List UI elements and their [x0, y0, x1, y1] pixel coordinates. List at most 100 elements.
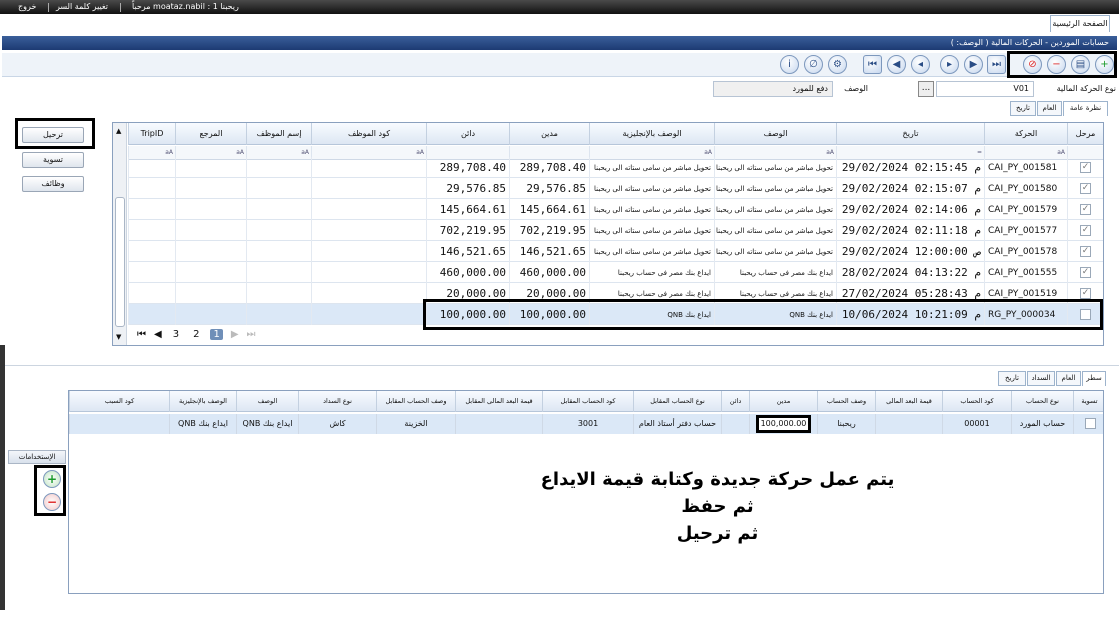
- movement-cell: CAI_PY_001578: [984, 241, 1067, 262]
- col-desc[interactable]: الوصف: [714, 123, 836, 145]
- tab-history-lines[interactable]: تاريخ: [998, 371, 1026, 386]
- grid-header: TripID المرجع إسم الموظف كود الموظف دائن…: [128, 123, 1103, 145]
- col-employee-name[interactable]: إسم الموظف: [246, 123, 311, 145]
- debit-cell: 702,219.95: [509, 220, 589, 241]
- debit-value-highlight[interactable]: 100,000.00: [755, 415, 812, 433]
- col-desc-en[interactable]: الوصف بالإنجليزية: [169, 391, 236, 412]
- attach-icon[interactable]: ∅: [804, 55, 823, 74]
- splitter[interactable]: [0, 365, 1119, 370]
- col-offset-type[interactable]: نوع الحساب المقابل: [633, 391, 721, 412]
- col-account-code[interactable]: كود الحساب: [942, 391, 1011, 412]
- date-cell: 29/02/2024 02:11:18 م: [836, 220, 984, 241]
- employee-code-cell: [311, 157, 426, 178]
- scroll-down-icon[interactable]: ▼: [116, 333, 121, 341]
- tab-lines[interactable]: سطر: [1082, 371, 1106, 386]
- posted-checkbox[interactable]: ✓: [1080, 288, 1091, 299]
- credit-cell: 146,521.65: [426, 241, 509, 262]
- exit-link[interactable]: خروج: [18, 2, 36, 11]
- debit-cell: 100,000.00: [749, 414, 817, 434]
- tab-overview[interactable]: نظرة عامة: [1063, 101, 1108, 116]
- date-cell: 28/02/2024 04:13:22 م: [836, 262, 984, 283]
- posted-checkbox[interactable]: ✓: [1080, 225, 1091, 236]
- col-date[interactable]: تاريخ: [836, 123, 984, 145]
- col-fin-dim[interactable]: قيمة البعد المالى: [875, 391, 942, 412]
- col-reason-code[interactable]: كود السبب: [69, 391, 169, 412]
- col-debit[interactable]: مدين: [749, 391, 817, 412]
- description-label: الوصف: [844, 84, 868, 93]
- pager-page-1[interactable]: 1: [210, 328, 223, 340]
- change-password-link[interactable]: تغيير كلمة السر: [56, 2, 108, 11]
- movement-cell: CAI_PY_001555: [984, 262, 1067, 283]
- posted-checkbox[interactable]: ✓: [1080, 204, 1091, 215]
- scroll-left-icon[interactable]: ◀: [116, 345, 121, 346]
- horizontal-scrollbar[interactable]: ◀ ▶: [113, 345, 1103, 346]
- table-row[interactable]: 145,664.61 145,664.61 تحويل مباشر من سام…: [128, 199, 1103, 220]
- employee-code-cell: [311, 241, 426, 262]
- first-icon[interactable]: ⏮: [863, 55, 882, 74]
- col-offset-code[interactable]: كود الحساب المقابل: [542, 391, 633, 412]
- pager-page-2[interactable]: 2: [190, 329, 202, 340]
- scroll-thumb[interactable]: [115, 197, 125, 327]
- breadcrumb: حسابات الموردين - الحركات المالية ( الوص…: [2, 36, 1117, 50]
- col-debit[interactable]: مدين: [509, 123, 589, 145]
- posted-cell: ✓: [1067, 199, 1103, 220]
- col-offset-desc[interactable]: وصف الحساب المقابل: [376, 391, 455, 412]
- col-employee-code[interactable]: كود الموظف: [311, 123, 426, 145]
- settings-icon[interactable]: ⚙: [828, 55, 847, 74]
- tab-history[interactable]: تاريخ: [1010, 101, 1036, 116]
- table-row[interactable]: 460,000.00 460,000.00 ايداع بنك مصر فى ح…: [128, 262, 1103, 283]
- col-desc[interactable]: الوصف: [236, 391, 298, 412]
- col-account-desc[interactable]: وصف الحساب: [817, 391, 875, 412]
- col-desc-en[interactable]: الوصف بالإنجليزية: [589, 123, 714, 145]
- col-account-type[interactable]: نوع الحساب: [1011, 391, 1073, 412]
- pager-next-icon[interactable]: ▶: [231, 329, 239, 340]
- col-credit[interactable]: دائن: [721, 391, 749, 412]
- scroll-right-icon[interactable]: ▶: [1093, 345, 1098, 346]
- last-icon[interactable]: ⏭: [987, 55, 1006, 74]
- prev-icon[interactable]: ◀: [887, 55, 906, 74]
- table-row[interactable]: 702,219.95 702,219.95 تحويل مباشر من سام…: [128, 220, 1103, 241]
- settle-checkbox[interactable]: [1085, 418, 1096, 429]
- tab-payment[interactable]: السداد: [1027, 371, 1055, 386]
- col-posted[interactable]: مرحل: [1067, 123, 1103, 145]
- lookup-button[interactable]: ...: [918, 81, 934, 97]
- col-settle[interactable]: تسوية: [1073, 391, 1103, 412]
- posted-checkbox[interactable]: ✓: [1080, 267, 1091, 278]
- employee-code-cell: [311, 304, 426, 325]
- settle-button[interactable]: تسوية: [22, 152, 84, 168]
- lines-row[interactable]: ايداع بنك QNB ايداع بنك QNB كاش الخزينة …: [69, 414, 1103, 434]
- info-icon[interactable]: i: [780, 55, 799, 74]
- table-row[interactable]: 29,576.85 29,576.85 تحويل مباشر من سامى …: [128, 178, 1103, 199]
- posted-checkbox[interactable]: ✓: [1080, 162, 1091, 173]
- prev-page-icon[interactable]: ◂: [911, 55, 930, 74]
- scroll-up-icon[interactable]: ▲: [116, 127, 121, 135]
- col-offset-dim[interactable]: قيمة البعد المالى المقابل: [455, 391, 542, 412]
- pager-first-icon[interactable]: ⏮: [137, 329, 146, 340]
- vertical-scrollbar[interactable]: ▲ ▼: [113, 123, 127, 345]
- functions-button[interactable]: وظائف: [22, 176, 84, 192]
- desc-cell: تحويل مباشر من سامى ستاته الى ريحبنا: [714, 178, 836, 199]
- col-payment-type[interactable]: نوع السداد: [298, 391, 376, 412]
- tab-home[interactable]: الصفحة الرئيسية: [1050, 15, 1110, 32]
- table-row[interactable]: 289,708.40 289,708.40 تحويل مباشر من سام…: [128, 157, 1103, 178]
- col-movement[interactable]: الحركة: [984, 123, 1067, 145]
- col-credit[interactable]: دائن: [426, 123, 509, 145]
- pager-prev-icon[interactable]: ◀: [154, 329, 162, 340]
- description-field[interactable]: دفع للمورد: [713, 81, 833, 97]
- tab-general[interactable]: العام: [1037, 101, 1062, 116]
- posted-checkbox[interactable]: ✓: [1080, 246, 1091, 257]
- posted-checkbox[interactable]: ✓: [1080, 183, 1091, 194]
- separator: [120, 3, 121, 12]
- highlight-box: [34, 465, 66, 516]
- col-tripid[interactable]: TripID: [128, 123, 175, 145]
- col-reference[interactable]: المرجع: [175, 123, 246, 145]
- pager-page-3[interactable]: 3: [170, 329, 182, 340]
- tab-general-lines[interactable]: العام: [1056, 371, 1081, 386]
- table-row[interactable]: 146,521.65 146,521.65 تحويل مباشر من سام…: [128, 241, 1103, 262]
- movement-type-field[interactable]: V01: [936, 81, 1034, 97]
- pager-last-icon[interactable]: ⏭: [247, 329, 256, 340]
- posted-cell: ✓: [1067, 178, 1103, 199]
- debit-cell: 29,576.85: [509, 178, 589, 199]
- next-page-icon[interactable]: ▸: [940, 55, 959, 74]
- next-icon[interactable]: ▶: [964, 55, 983, 74]
